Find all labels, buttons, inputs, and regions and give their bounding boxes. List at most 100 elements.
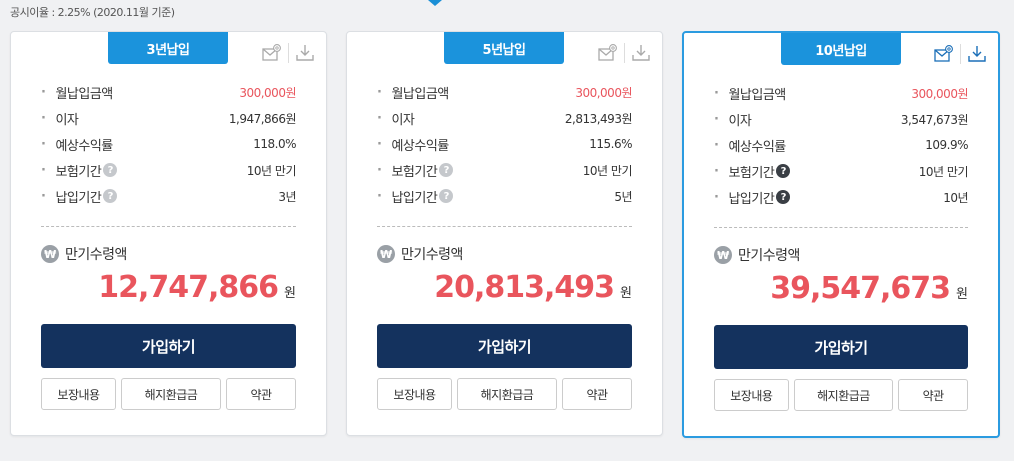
coverage-button[interactable]: 보장내용 xyxy=(714,379,789,411)
detail-label: 예상수익률 xyxy=(377,135,449,154)
detail-label: 이자 xyxy=(377,109,414,128)
download-icon[interactable] xyxy=(965,43,989,65)
maturity-amount: 39,547,673 원 xyxy=(770,271,968,306)
tool-divider xyxy=(960,44,961,64)
detail-value: 300,000원 xyxy=(575,85,632,100)
detail-label: 보험기간 xyxy=(391,164,438,180)
detail-row: 납입기간? 3년 xyxy=(41,183,296,209)
coverage-button[interactable]: 보장내용 xyxy=(41,378,116,410)
detail-label: 예상수익률 xyxy=(41,135,113,154)
dashed-divider xyxy=(41,226,296,227)
selected-pointer xyxy=(428,0,442,6)
maturity-amount-value: 12,747,866 xyxy=(98,270,279,305)
detail-row: 보험기간? 10년 만기 xyxy=(714,158,969,184)
detail-value: 109.9% xyxy=(925,138,968,152)
detail-row: 보험기간? 10년 만기 xyxy=(377,157,633,183)
detail-value: 300,000원 xyxy=(239,85,296,100)
plan-tab: 3년납입 xyxy=(108,32,228,64)
plan-card-10yr: 10년납입 월납입금액 300,000원 이자 3,547,673원 예상수익률 10… xyxy=(682,31,1000,438)
card-tools xyxy=(932,43,989,65)
detail-value: 2,813,493원 xyxy=(564,111,633,126)
plan-card-3yr: 3년납입 월납입금액 300,000원 이자 1,947,866원 예상수익률 118… xyxy=(10,31,327,436)
detail-row: 납입기간? 5년 xyxy=(377,183,632,209)
email-icon[interactable] xyxy=(932,43,956,65)
detail-row: 월납입금액 300,000원 xyxy=(41,79,296,105)
detail-label: 예상수익률 xyxy=(714,136,786,155)
card-tools xyxy=(596,42,653,64)
terms-button[interactable]: 약관 xyxy=(898,379,968,411)
detail-row: 이자 1,947,866원 xyxy=(41,105,296,131)
plan-tab: 5년납입 xyxy=(444,32,564,64)
dashed-divider xyxy=(377,226,632,227)
detail-label: 납입기간 xyxy=(55,190,102,206)
terms-button[interactable]: 약관 xyxy=(562,378,632,410)
interest-rate-notice: 공시이율 : 2.25% (2020.11월 기준) xyxy=(10,6,175,19)
detail-label-wrap: 보험기간? xyxy=(377,161,454,180)
join-button[interactable]: 가입하기 xyxy=(41,324,296,368)
download-icon[interactable] xyxy=(293,42,317,64)
detail-value: 3년 xyxy=(278,189,296,204)
maturity-label-text: 만기수령액 xyxy=(65,247,127,263)
email-icon[interactable] xyxy=(260,42,284,64)
detail-label-wrap: 납입기간? xyxy=(377,187,454,206)
detail-label: 이자 xyxy=(714,110,751,129)
detail-value: 1,947,866원 xyxy=(228,111,297,126)
info-links: 보장내용 해지환급금 약관 xyxy=(41,378,296,410)
help-icon[interactable]: ? xyxy=(103,189,118,203)
detail-value: 118.0% xyxy=(253,137,296,151)
maturity-label: ₩ 만기수령액 xyxy=(41,244,127,264)
detail-row: 납입기간? 10년 xyxy=(714,184,968,210)
help-icon[interactable]: ? xyxy=(439,189,454,203)
detail-value: 10년 xyxy=(943,190,968,205)
detail-row: 월납입금액 300,000원 xyxy=(377,79,632,105)
maturity-label-text: 만기수령액 xyxy=(738,248,800,264)
terms-button[interactable]: 약관 xyxy=(226,378,296,410)
coverage-button[interactable]: 보장내용 xyxy=(377,378,452,410)
detail-value: 10년 만기 xyxy=(918,164,969,179)
detail-row: 월납입금액 300,000원 xyxy=(714,80,968,106)
info-links: 보장내용 해지환급금 약관 xyxy=(377,378,632,410)
detail-row: 예상수익률 118.0% xyxy=(41,131,296,157)
detail-label: 납입기간 xyxy=(391,190,438,206)
join-button[interactable]: 가입하기 xyxy=(714,325,968,369)
maturity-amount-value: 20,813,493 xyxy=(434,270,615,305)
detail-value: 300,000원 xyxy=(911,86,968,101)
detail-value: 10년 만기 xyxy=(582,163,633,178)
won-icon: ₩ xyxy=(377,245,395,263)
detail-value: 115.6% xyxy=(589,137,632,151)
plan-details: 월납입금액 300,000원 이자 1,947,866원 예상수익률 118.0% 보… xyxy=(41,79,296,209)
help-icon[interactable]: ? xyxy=(776,164,791,178)
maturity-amount-unit: 원 xyxy=(620,286,632,301)
detail-label-wrap: 보험기간? xyxy=(41,161,118,180)
email-icon[interactable] xyxy=(596,42,620,64)
detail-label: 이자 xyxy=(41,109,78,128)
detail-label: 보험기간 xyxy=(728,165,775,181)
detail-value: 3,547,673원 xyxy=(900,112,969,127)
detail-row: 예상수익률 115.6% xyxy=(377,131,632,157)
plan-details: 월납입금액 300,000원 이자 2,813,493원 예상수익률 115.6% 보… xyxy=(377,79,632,209)
detail-row: 예상수익률 109.9% xyxy=(714,132,968,158)
tool-divider xyxy=(624,43,625,63)
join-button[interactable]: 가입하기 xyxy=(377,324,632,368)
card-tools xyxy=(260,42,317,64)
detail-label-wrap: 납입기간? xyxy=(41,187,118,206)
plan-tab: 10년납입 xyxy=(781,33,901,65)
maturity-label: ₩ 만기수령액 xyxy=(714,245,800,265)
surrender-refund-button[interactable]: 해지환급금 xyxy=(793,379,894,411)
help-icon[interactable]: ? xyxy=(103,163,118,177)
surrender-refund-button[interactable]: 해지환급금 xyxy=(121,378,221,410)
detail-label-wrap: 보험기간? xyxy=(714,162,791,181)
detail-row: 이자 3,547,673원 xyxy=(714,106,968,132)
surrender-refund-button[interactable]: 해지환급금 xyxy=(457,378,557,410)
detail-label: 월납입금액 xyxy=(714,84,786,103)
help-icon[interactable]: ? xyxy=(776,190,791,204)
maturity-amount-unit: 원 xyxy=(284,286,296,301)
detail-row: 보험기간? 10년 만기 xyxy=(41,157,297,183)
download-icon[interactable] xyxy=(629,42,653,64)
detail-label: 월납입금액 xyxy=(41,83,113,102)
dashed-divider xyxy=(714,227,968,228)
maturity-label: ₩ 만기수령액 xyxy=(377,244,463,264)
detail-label: 보험기간 xyxy=(55,164,102,180)
help-icon[interactable]: ? xyxy=(439,163,454,177)
info-links: 보장내용 해지환급금 약관 xyxy=(714,379,968,411)
